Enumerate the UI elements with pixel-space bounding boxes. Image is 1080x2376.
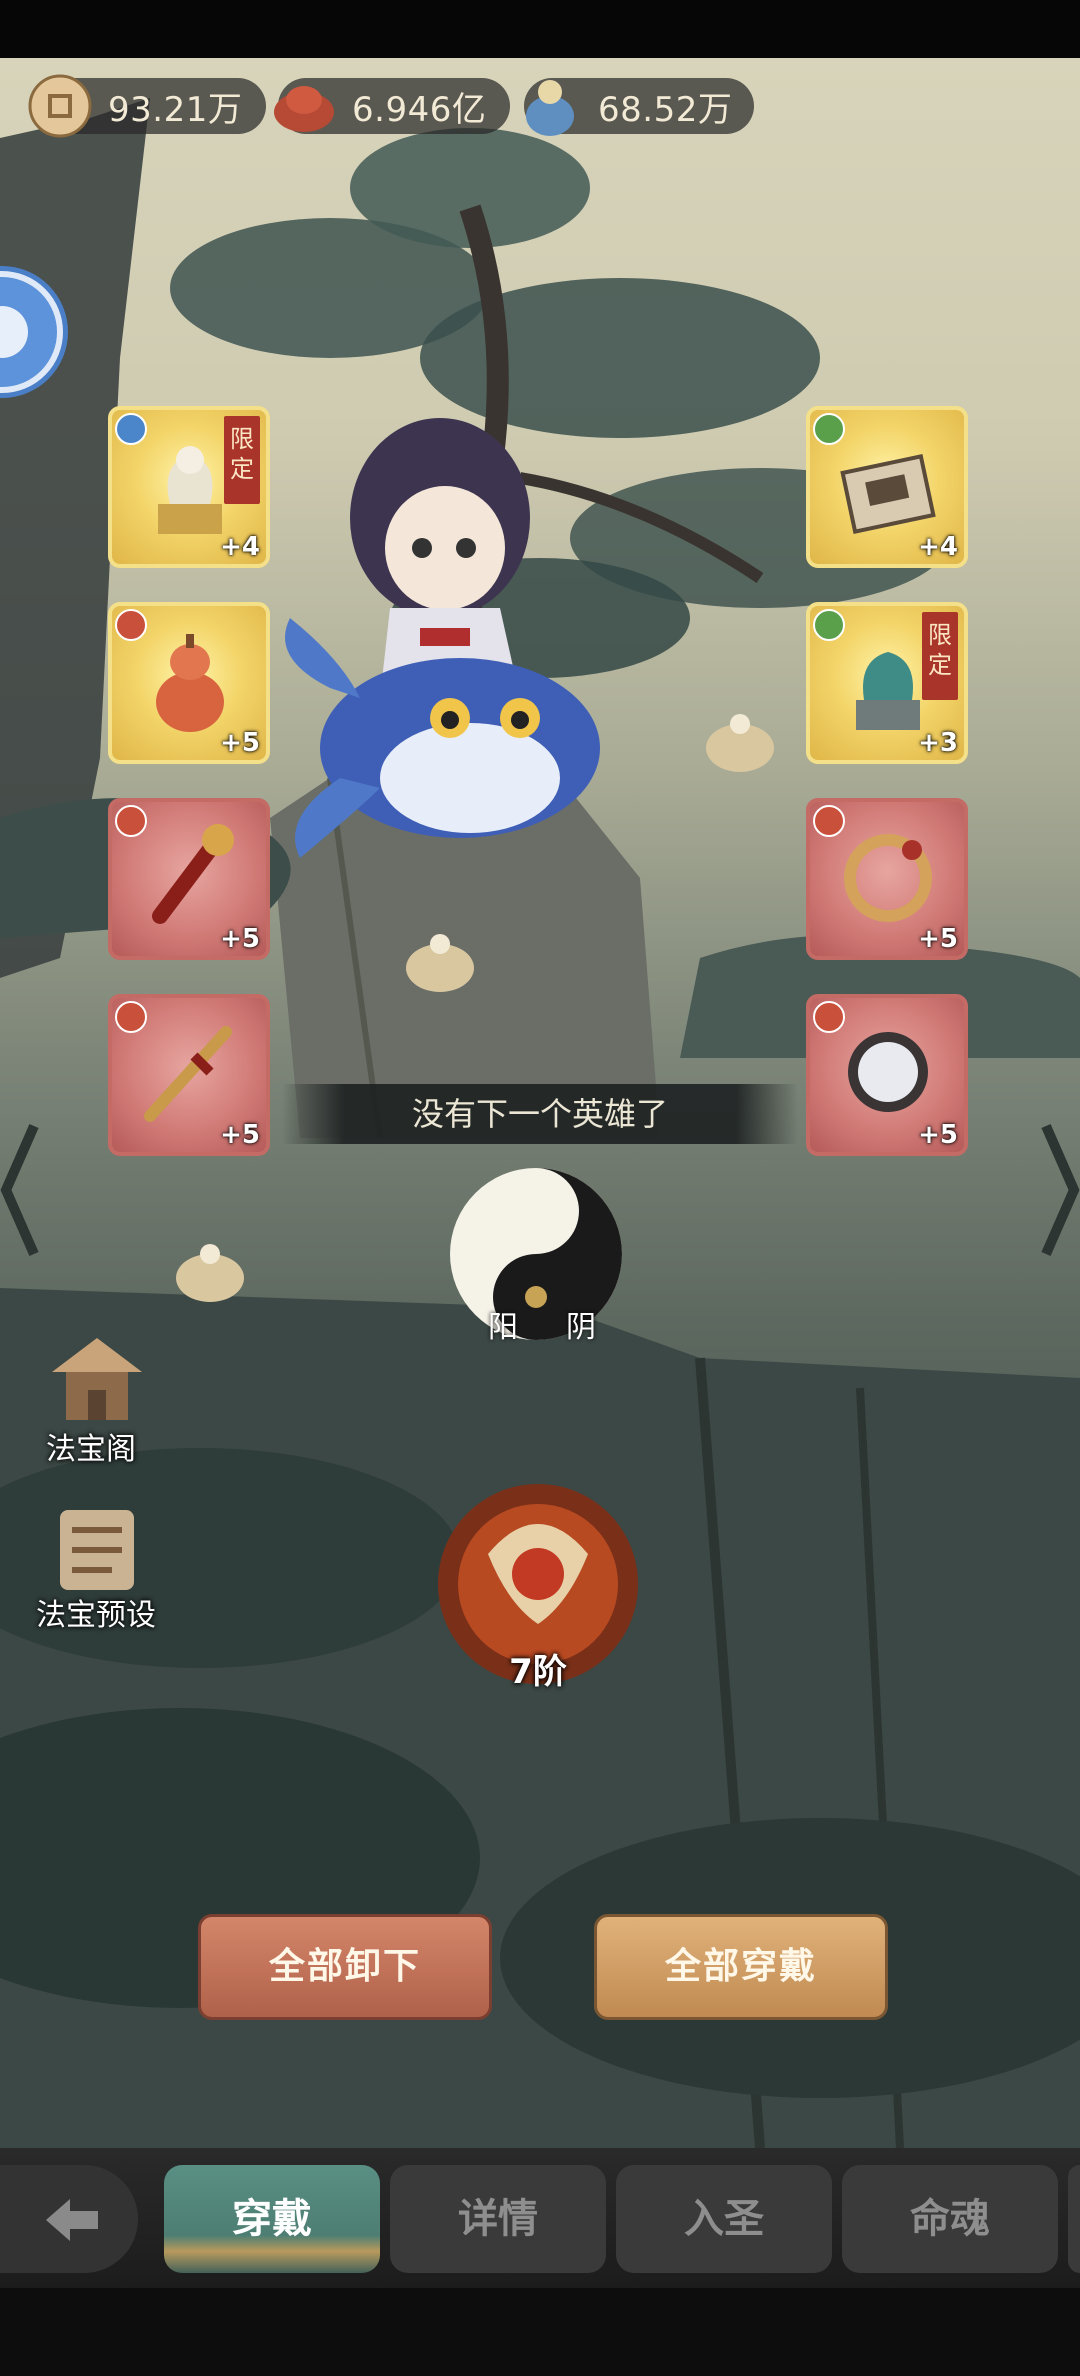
sword-icon <box>144 1026 232 1122</box>
scroll-book-icon <box>840 453 936 535</box>
equip-slot-right-2[interactable]: 限定 +3 <box>806 602 968 764</box>
fire-element-icon <box>813 805 845 837</box>
preset-scroll-icon[interactable] <box>42 1500 152 1600</box>
tab-details[interactable]: 详情 <box>390 2165 606 2273</box>
coin-value: 93.21万 <box>108 89 243 130</box>
slot-level: +3 <box>918 728 958 758</box>
slot-level: +5 <box>220 924 260 954</box>
unequip-all-button[interactable]: 全部卸下 <box>198 1914 492 2020</box>
hero-character[interactable] <box>270 398 630 858</box>
slot-level: +5 <box>220 1120 260 1150</box>
spirit-icon <box>526 80 574 136</box>
equip-slot-right-3[interactable]: +5 <box>806 798 968 960</box>
wood-element-icon <box>813 609 845 641</box>
loot-bag-icon[interactable] <box>400 918 490 998</box>
gourd-value: 6.946亿 <box>352 89 487 130</box>
tab-sanctify[interactable]: 入圣 <box>616 2165 832 2273</box>
slot-level: +5 <box>918 924 958 954</box>
fire-element-icon <box>115 609 147 641</box>
yin-label: 阴 <box>566 1310 596 1345</box>
equip-slot-left-3[interactable]: +5 <box>108 798 270 960</box>
fire-element-icon <box>115 805 147 837</box>
equip-all-button[interactable]: 全部穿戴 <box>594 1914 888 2020</box>
coin-icon <box>28 74 92 138</box>
gourd-icon <box>274 86 334 132</box>
slot-level: +4 <box>918 532 958 562</box>
yang-label: 阳 <box>488 1310 518 1345</box>
rank-label: 7阶 <box>509 1652 567 1692</box>
slot-level: +4 <box>220 532 260 562</box>
tab-overflow <box>1068 2165 1080 2273</box>
tab-soul[interactable]: 命魂 <box>842 2165 1058 2273</box>
back-button[interactable] <box>0 2165 138 2273</box>
status-bar <box>0 0 1080 58</box>
pavilion-button-label[interactable]: 法宝阁 <box>26 1424 156 1468</box>
pavilion-icon[interactable] <box>42 1332 152 1432</box>
back-arrow-icon <box>46 2199 98 2241</box>
gourd-treasure-icon <box>156 634 224 732</box>
limited-tag: 限定 <box>224 416 260 504</box>
water-element-icon <box>115 413 147 445</box>
equip-slot-left-1[interactable]: 限定 +4 <box>108 406 270 568</box>
fire-element-icon <box>115 1001 147 1033</box>
equip-slot-left-4[interactable]: +5 <box>108 994 270 1156</box>
loot-bag-icon[interactable] <box>170 1228 260 1308</box>
mirror-icon <box>848 1032 928 1112</box>
currency-gourd: 6.946亿 <box>274 78 510 134</box>
toast-message: 没有下一个英雄了 <box>282 1084 798 1144</box>
wood-element-icon <box>813 413 845 445</box>
currency-coin: 93.21万 <box>28 74 266 138</box>
slot-level: +5 <box>918 1120 958 1150</box>
currency-spirit: 68.52万 <box>524 78 754 136</box>
preset-button-label[interactable]: 法宝预设 <box>26 1590 166 1634</box>
ruyi-scepter-icon <box>152 824 234 924</box>
equip-slot-right-1[interactable]: +4 <box>806 406 968 568</box>
equip-slot-right-4[interactable]: +5 <box>806 994 968 1156</box>
limited-tag: 限定 <box>922 612 958 700</box>
assistant-float-button[interactable] <box>0 266 68 398</box>
dragon-ring-icon <box>844 834 932 922</box>
nav-bar <box>0 2288 1080 2376</box>
tab-equip[interactable]: 穿戴 <box>164 2165 380 2273</box>
game-screen: 93.21万 6.946亿 68.52万 限定 +4 +5 +5 +5 +4 限… <box>0 0 1080 2376</box>
spirit-value: 68.52万 <box>598 89 733 130</box>
yinyang-icon[interactable] <box>446 1164 626 1344</box>
fire-element-icon <box>813 1001 845 1033</box>
equip-slot-left-2[interactable]: +5 <box>108 602 270 764</box>
previous-hero-arrow-icon[interactable] <box>0 1120 40 1260</box>
slot-level: +5 <box>220 728 260 758</box>
loot-bag-icon[interactable] <box>700 698 790 778</box>
next-hero-arrow-icon[interactable] <box>1040 1120 1080 1260</box>
